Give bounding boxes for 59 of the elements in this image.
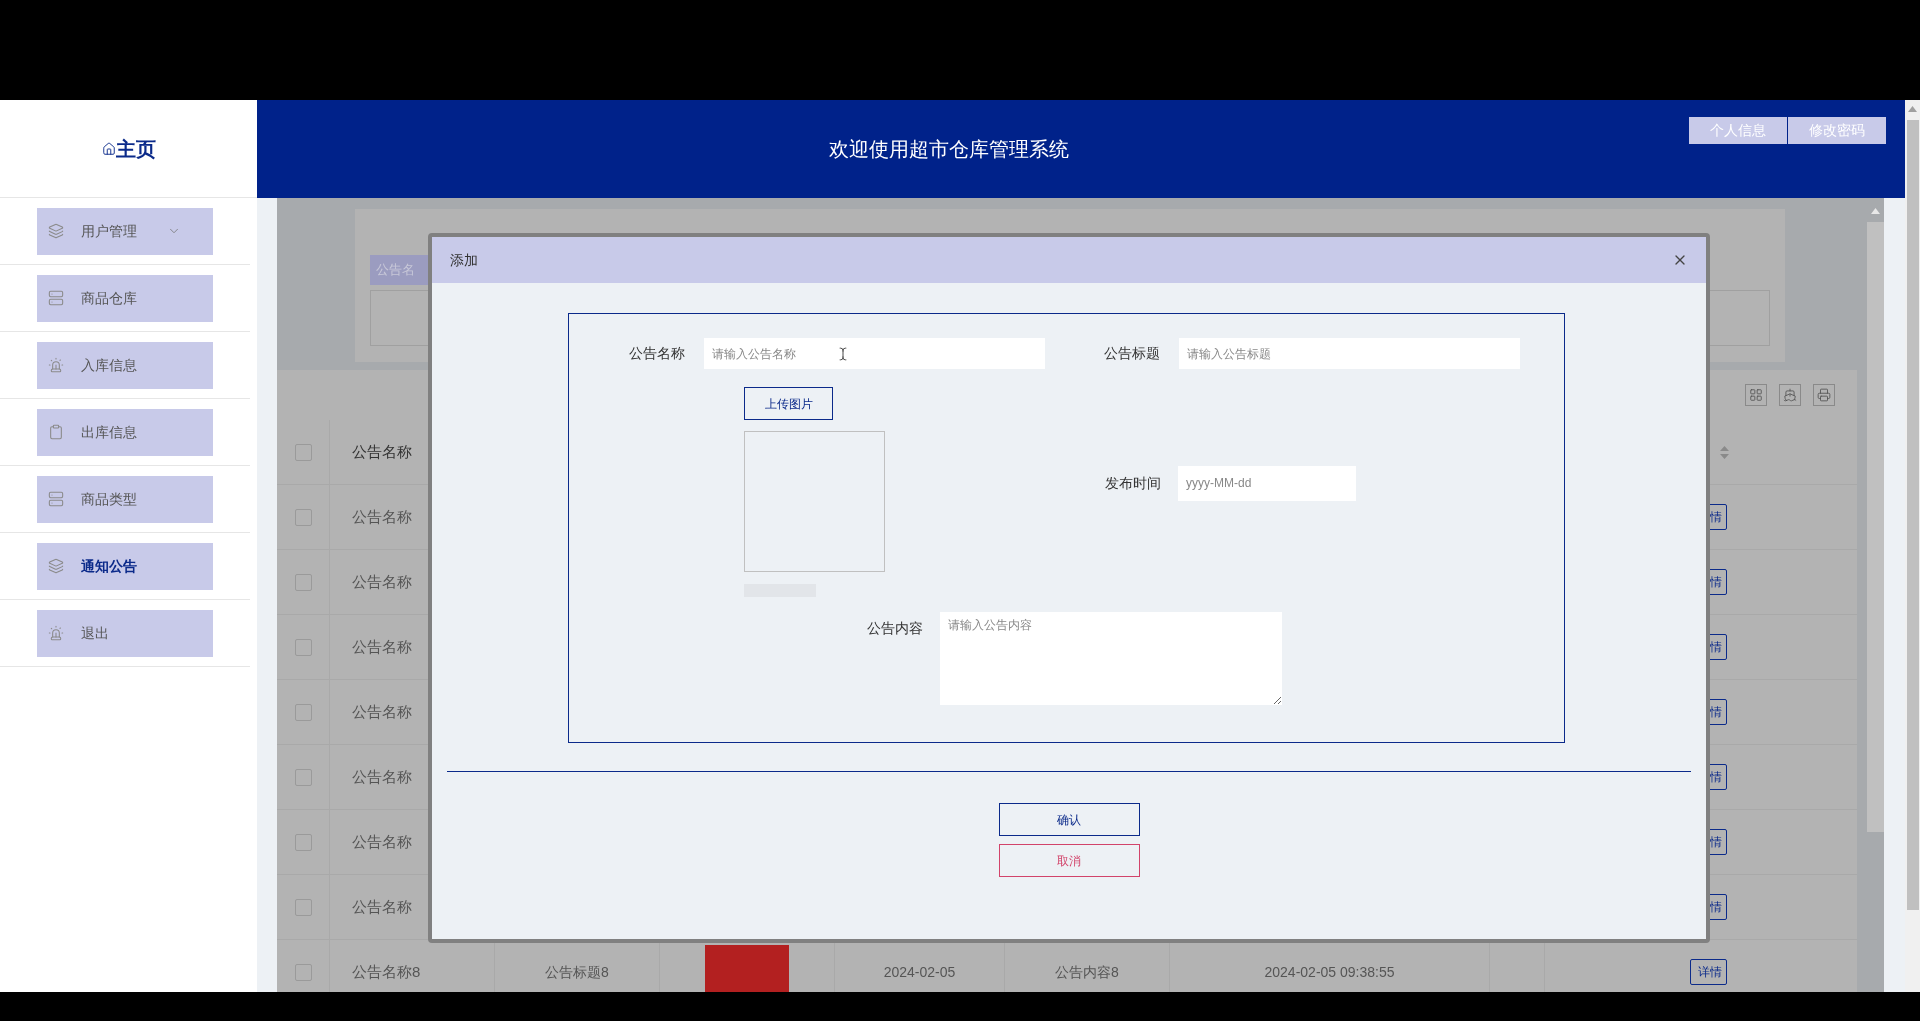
column-header: 公告名称 <box>352 441 412 462</box>
siren-icon <box>48 357 64 373</box>
sidebar-item[interactable]: 通知公告 <box>37 542 213 590</box>
date-input[interactable]: yyyy-MM-dd <box>1178 465 1356 501</box>
table-cell-text: 公告标题8 <box>545 962 609 982</box>
siren-icon <box>48 625 64 641</box>
checkbox[interactable] <box>294 508 312 526</box>
table-cell-text: 公告名称 <box>352 896 412 917</box>
table-cell-text: 2024-02-05 09:38:55 <box>1264 962 1395 982</box>
table-cell-text: 公告名称 <box>352 636 412 657</box>
grid-icon[interactable] <box>1745 384 1767 406</box>
upload-button[interactable]: 上传图片 <box>744 387 833 420</box>
table-cell-text: 公告名称 <box>352 766 412 787</box>
sidebar-item[interactable]: 出库信息 <box>37 408 213 456</box>
text-input[interactable]: 请输入公告名称 <box>704 338 1045 369</box>
field-label: 公告标题 <box>1104 344 1161 363</box>
field-label: 公告内容 <box>867 619 924 638</box>
sidebar-item[interactable]: 退出 <box>37 609 213 657</box>
ship-icon[interactable] <box>1779 384 1801 406</box>
sidebar-item[interactable]: 入库信息 <box>37 341 213 389</box>
checkbox[interactable] <box>294 573 312 591</box>
checkbox[interactable] <box>294 898 312 916</box>
page-title: 欢迎使用超市仓库管理系统 <box>829 137 1069 162</box>
checkbox[interactable] <box>294 833 312 851</box>
cancel-button[interactable]: 取消 <box>998 844 1140 877</box>
confirm-button[interactable]: 确认 <box>998 803 1140 836</box>
details-button[interactable]: 详情 <box>1690 959 1727 985</box>
layers-icon <box>48 558 64 574</box>
layers-icon <box>48 223 64 239</box>
checkbox[interactable] <box>294 638 312 656</box>
table-cell-text: 公告名称 <box>352 701 412 722</box>
table-cell-text: 公告内容8 <box>1055 962 1119 982</box>
page-scrollbar[interactable] <box>1905 100 1920 992</box>
checkbox[interactable] <box>294 963 312 981</box>
sidebar-item[interactable]: 商品类型 <box>37 475 213 523</box>
field-label: 发布时间 <box>1105 473 1162 493</box>
dialog-title: 添加 <box>450 250 478 270</box>
stack-icon <box>48 491 64 507</box>
scroll-up-arrow-icon[interactable] <box>1908 106 1917 112</box>
logo-text[interactable]: 主页 <box>115 133 156 164</box>
table-cell-text: 公告名称 <box>352 831 412 852</box>
checkbox[interactable] <box>294 443 312 461</box>
checkbox[interactable] <box>294 768 312 786</box>
scroll-up-arrow-icon[interactable] <box>1871 208 1880 214</box>
clipboard-icon <box>48 424 64 440</box>
table-cell-text: 公告名称 <box>352 571 412 592</box>
text-input[interactable]: 请输入公告标题 <box>1179 338 1520 369</box>
sidebar-item[interactable]: 商品仓库 <box>37 274 213 322</box>
content-textarea[interactable]: 请输入公告内容 <box>940 612 1282 705</box>
table-cell-text: 2024-02-05 <box>883 962 956 982</box>
sort-icon[interactable] <box>1720 445 1729 459</box>
checkbox[interactable] <box>294 703 312 721</box>
stack-icon <box>48 290 64 306</box>
printer-icon[interactable] <box>1813 384 1835 406</box>
table-cell-text: 公告名称8 <box>352 961 421 982</box>
field-label: 公告名称 <box>629 344 686 363</box>
sidebar-item[interactable]: 用户管理 <box>37 207 213 255</box>
home-icon <box>101 141 116 156</box>
table-cell-text: 公告名称 <box>352 506 412 527</box>
